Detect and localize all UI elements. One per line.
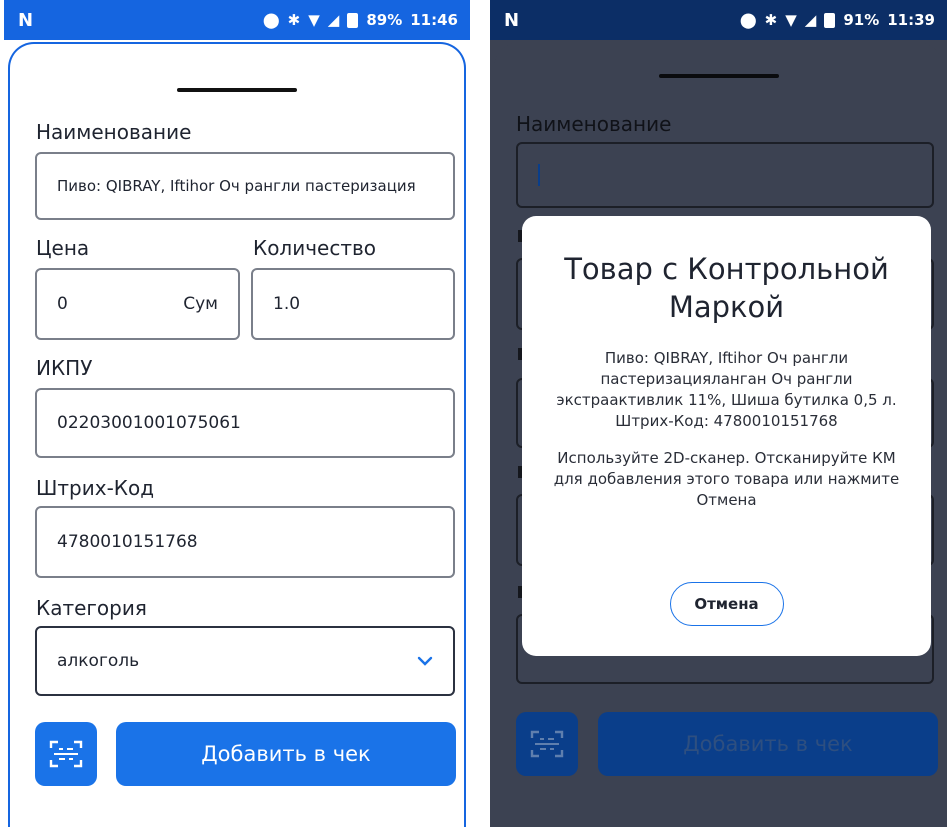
dialog-instruction: Используйте 2D-сканер. Отсканируйте КМ д… xyxy=(553,449,900,509)
battery-icon xyxy=(347,12,359,28)
scan-icon xyxy=(530,730,564,758)
name-label: Наименование xyxy=(516,112,672,136)
scan-button[interactable] xyxy=(35,722,97,786)
drag-handle[interactable] xyxy=(177,88,297,92)
currency-label: Сум xyxy=(183,294,218,314)
wifi-icon: ▼ xyxy=(785,11,797,29)
bluetooth-icon: ✱ xyxy=(287,11,301,29)
battery-level: 91% xyxy=(843,11,880,29)
cancel-button[interactable]: Отмена xyxy=(669,582,784,626)
drag-handle[interactable] xyxy=(658,74,779,78)
phone-screen-left: N ⬤ ✱ ▼ ◢ 89% 11:46 Наименование Пиво: Q… xyxy=(4,0,470,827)
bottom-sheet: Наименование Пиво: QIBRAY, Iftihor Оч ра… xyxy=(8,42,466,827)
price-label: Цена xyxy=(36,236,90,260)
add-to-receipt-button[interactable]: Добавить в чек xyxy=(116,722,456,786)
ikpu-label: ИКПУ xyxy=(36,356,93,380)
price-value: 0 xyxy=(57,294,68,314)
quantity-field[interactable]: 1.0 xyxy=(251,268,455,340)
signal-icon: ◢ xyxy=(327,11,340,29)
barcode-value: 4780010151768 xyxy=(57,532,198,552)
dialog-title: Товар с Контрольной Маркой xyxy=(564,252,889,324)
status-bar: N ⬤ ✱ ▼ ◢ 91% 11:39 xyxy=(490,0,947,40)
location-pin-icon: ⬤ xyxy=(739,11,757,29)
category-select[interactable]: алкоголь xyxy=(35,626,455,696)
ikpu-field[interactable]: 02203001001075061 xyxy=(35,388,455,458)
scan-button[interactable] xyxy=(516,712,578,776)
barcode-label: Штрих-Код xyxy=(36,476,155,500)
ikpu-value: 02203001001075061 xyxy=(57,413,241,433)
battery-icon xyxy=(824,12,836,28)
status-bar: N ⬤ ✱ ▼ ◢ 89% 11:46 xyxy=(4,0,470,40)
carrier-logo: N xyxy=(504,9,520,31)
dialog-product-info: Пиво: QIBRAY, Iftihor Оч рангли пастериз… xyxy=(556,349,897,430)
category-label: Категория xyxy=(36,596,147,620)
wifi-icon: ▼ xyxy=(308,11,320,29)
quantity-label: Количество xyxy=(253,236,377,260)
location-pin-icon: ⬤ xyxy=(262,11,280,29)
carrier-logo: N xyxy=(18,9,34,31)
clock: 11:39 xyxy=(887,11,935,29)
bluetooth-icon: ✱ xyxy=(764,11,778,29)
clock: 11:46 xyxy=(410,11,458,29)
price-field[interactable]: 0 Сум xyxy=(35,268,240,340)
text-cursor xyxy=(538,164,540,186)
phone-screen-right: N ⬤ ✱ ▼ ◢ 91% 11:39 Наименование Добавит… xyxy=(490,0,947,827)
battery-level: 89% xyxy=(366,11,403,29)
scan-icon xyxy=(49,740,83,768)
chevron-down-icon xyxy=(417,656,433,666)
quantity-value: 1.0 xyxy=(273,294,301,314)
add-to-receipt-button[interactable]: Добавить в чек xyxy=(598,712,938,776)
name-field[interactable]: Пиво: QIBRAY, Iftihor Оч рангли пастериз… xyxy=(35,152,455,220)
barcode-field[interactable]: 4780010151768 xyxy=(35,506,455,578)
name-field[interactable] xyxy=(516,142,934,208)
category-value: алкоголь xyxy=(57,651,140,671)
signal-icon: ◢ xyxy=(804,11,817,29)
marked-product-dialog: Товар с Контрольной Маркой Пиво: QIBRAY,… xyxy=(522,216,931,656)
name-label: Наименование xyxy=(36,120,192,144)
name-value: Пиво: QIBRAY, Iftihor Оч рангли пастериз… xyxy=(57,177,416,195)
